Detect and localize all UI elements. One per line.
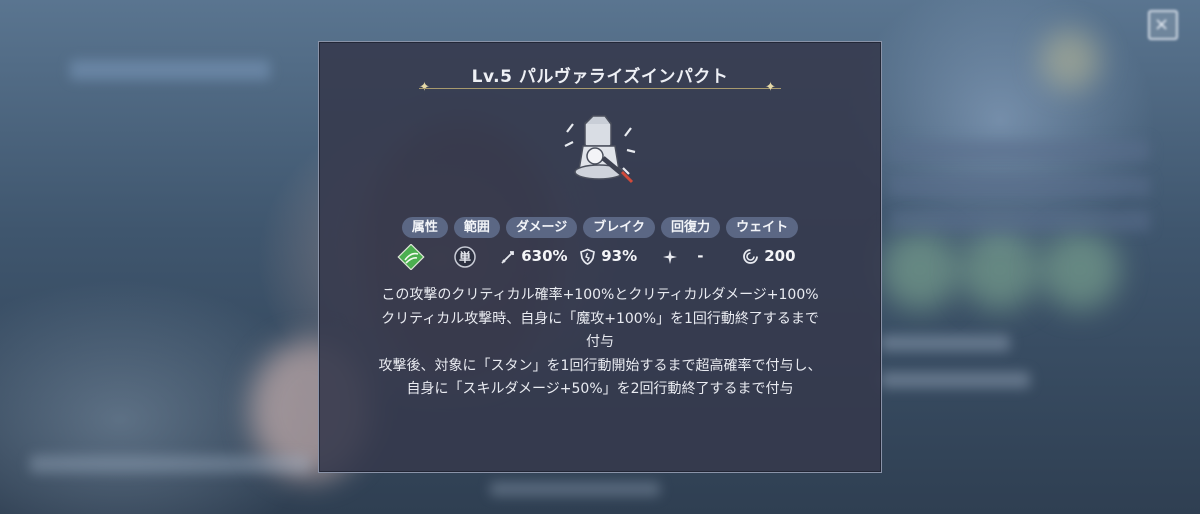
skill-detail-popup: Lv.5 パルヴァライズインパクト ✦ ✦ 属性 範囲 ダメージ ブレイク 回復… — [318, 41, 882, 473]
label-heal: 回復力 — [661, 217, 721, 238]
label-range: 範囲 — [453, 217, 500, 238]
sparkle-right-icon: ✦ — [765, 80, 776, 95]
sparkle-heal-icon — [663, 249, 677, 264]
label-wait: ウェイト — [726, 217, 799, 238]
description-line: クリティカル攻撃時、自身に「魔攻+100%」を1回行動終了するまで — [381, 310, 819, 327]
heal-value: - — [662, 243, 703, 269]
description-line: 自身に「スキルダメージ+50%」を2回行動終了するまで付与 — [406, 381, 794, 397]
damage-text: 630% — [521, 247, 568, 265]
description-line: この攻撃のクリティカル確率+100%とクリティカルダメージ+100% — [381, 287, 819, 303]
wait-swirl-icon — [743, 249, 758, 264]
description-line: 付与 — [586, 334, 614, 350]
label-element: 属性 — [401, 217, 448, 238]
shield-break-icon — [580, 248, 595, 265]
label-damage: ダメージ — [505, 217, 578, 238]
title-divider — [419, 88, 781, 89]
break-text: 93% — [601, 247, 638, 265]
description-line: 攻撃後、対象に「スタン」を1回行動開始するまで超高確率で付与し、 — [378, 357, 822, 374]
stat-value-row: 単 630% 93% - 200 — [319, 242, 881, 271]
wait-text: 200 — [764, 247, 796, 265]
label-break: ブレイク — [583, 217, 656, 238]
skill-description: この攻撃のクリティカル確率+100%とクリティカルダメージ+100% クリティカ… — [339, 284, 861, 402]
range-single-badge: 単 — [453, 243, 477, 269]
skill-title: Lv.5 パルヴァライズインパクト — [471, 67, 729, 87]
wait-value: 200 — [742, 243, 796, 269]
stat-label-row: 属性 範囲 ダメージ ブレイク 回復力 ウェイト — [319, 217, 881, 238]
hammer-skill-icon — [564, 115, 636, 184]
heal-text: - — [697, 247, 704, 265]
break-value: 93% — [579, 243, 637, 269]
range-badge-text: 単 — [459, 249, 471, 264]
sword-icon — [501, 250, 514, 264]
wind-element-icon — [397, 242, 425, 271]
background-close-button: × — [1148, 10, 1178, 40]
damage-value: 630% — [500, 243, 568, 269]
